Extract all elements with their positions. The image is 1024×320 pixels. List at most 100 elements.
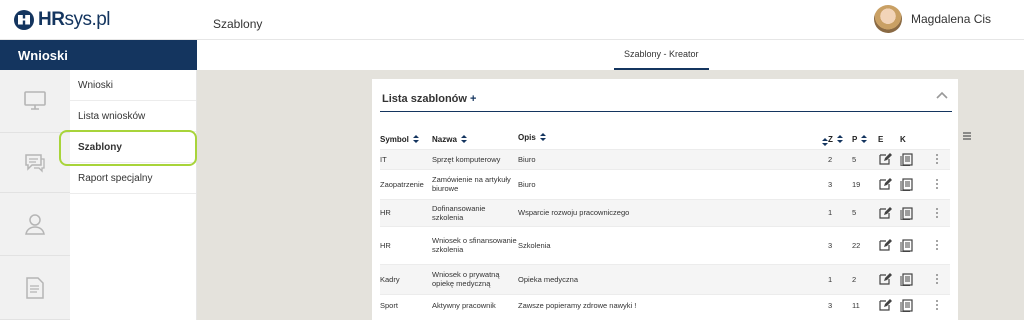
more-icon[interactable] xyxy=(935,239,939,251)
column-header-z[interactable]: Z xyxy=(828,131,852,149)
table-row[interactable]: Zaopatrzenie Zamówienie na artykuły biuro… xyxy=(380,168,950,199)
table-row[interactable]: IT Sprzęt komputerowy Biuro 2 5 xyxy=(380,148,950,169)
cell-p: 11 xyxy=(852,293,878,316)
cell-more[interactable] xyxy=(924,225,950,264)
edit-icon[interactable] xyxy=(878,298,892,312)
submenu-item-lista-wnioskow[interactable]: Lista wniosków xyxy=(70,101,196,132)
cell-more[interactable] xyxy=(924,293,950,316)
cell-copy[interactable] xyxy=(900,293,924,316)
column-label: K xyxy=(900,135,906,145)
cell-z: 3 xyxy=(828,293,852,316)
table-row[interactable]: Kadry Wniosek o prywatną opiekę medyczną O… xyxy=(380,263,950,294)
cell-opis: Biuro xyxy=(518,168,828,199)
more-icon[interactable] xyxy=(935,153,939,165)
user-menu[interactable]: Magdalena Cis xyxy=(874,5,1024,33)
submenu-item-label: Lista wniosków xyxy=(78,110,146,122)
templates-table: Symbol Nazwa Opis Z P E K IT Sprzęt kompu… xyxy=(380,131,950,316)
avatar[interactable] xyxy=(874,5,902,33)
tab-szablony-kreator[interactable]: Szablony - Kreator xyxy=(614,40,709,70)
more-icon[interactable] xyxy=(935,299,939,311)
sort-icon[interactable] xyxy=(539,133,546,142)
cell-z: 3 xyxy=(828,225,852,264)
sort-icon[interactable] xyxy=(836,135,843,144)
document-icon xyxy=(26,276,44,299)
chat-icon xyxy=(25,153,45,173)
table-row[interactable]: Sport Aktywny pracownik Zawsze popieramy z… xyxy=(380,293,950,316)
cell-edit[interactable] xyxy=(878,198,900,226)
more-icon[interactable] xyxy=(935,207,939,219)
rail-document-button[interactable] xyxy=(0,256,70,320)
user-name[interactable]: Magdalena Cis xyxy=(911,12,991,26)
cell-opis: Wsparcie rozwoju pracowniczego xyxy=(518,198,828,226)
cell-copy[interactable] xyxy=(900,148,924,169)
cell-z: 1 xyxy=(828,198,852,226)
edit-icon[interactable] xyxy=(878,206,892,220)
rail-user-button[interactable] xyxy=(0,193,70,256)
cell-copy[interactable] xyxy=(900,168,924,199)
highlight-ring xyxy=(59,130,197,166)
chevron-up-icon[interactable] xyxy=(935,88,949,102)
column-header-k: K xyxy=(900,131,924,149)
cell-more[interactable] xyxy=(924,263,950,294)
column-header-nazwa[interactable]: Nazwa xyxy=(432,131,518,149)
cell-opis: Szkolenia xyxy=(518,225,828,264)
cell-copy[interactable] xyxy=(900,263,924,294)
logo-text-hr: HR xyxy=(38,8,65,30)
sort-icon[interactable] xyxy=(460,135,467,144)
submenu-item-raport-specjalny[interactable]: Raport specjalny xyxy=(70,163,196,194)
templates-panel: Lista szablonów + Symbol Nazwa Opis Z P E… xyxy=(372,79,958,320)
panel-title: Lista szablonów xyxy=(382,93,467,105)
cell-more[interactable] xyxy=(924,148,950,169)
edit-icon[interactable] xyxy=(878,272,892,286)
copy-icon[interactable] xyxy=(900,298,914,313)
edit-icon[interactable] xyxy=(878,177,892,191)
cell-edit[interactable] xyxy=(878,225,900,264)
logo[interactable]: HRsys.pl xyxy=(0,0,197,40)
more-icon[interactable] xyxy=(935,178,939,190)
cell-symbol: IT xyxy=(380,148,432,169)
edit-icon[interactable] xyxy=(878,238,892,252)
cell-z: 1 xyxy=(828,263,852,294)
column-label: Z xyxy=(828,135,833,145)
submenu-item-wnioski[interactable]: Wnioski xyxy=(70,70,196,101)
copy-icon[interactable] xyxy=(900,238,914,252)
cell-copy[interactable] xyxy=(900,198,924,226)
column-header-symbol[interactable]: Symbol xyxy=(380,131,432,149)
more-icon[interactable] xyxy=(935,273,939,285)
add-template-button[interactable]: + xyxy=(470,93,476,105)
cell-edit[interactable] xyxy=(878,148,900,169)
cell-nazwa: Zamówienie na artykuły biurowe xyxy=(432,168,518,199)
table-row[interactable]: HR Dofinansowanie szkolenia Wsparcie rozwo… xyxy=(380,198,950,226)
column-header-p[interactable]: P xyxy=(852,131,878,149)
cell-edit[interactable] xyxy=(878,168,900,199)
copy-icon[interactable] xyxy=(900,152,914,166)
cell-more[interactable] xyxy=(924,198,950,226)
cell-symbol: HR xyxy=(380,198,432,226)
edit-icon[interactable] xyxy=(878,152,892,166)
sort-icon[interactable] xyxy=(412,135,419,144)
monitor-icon xyxy=(24,91,46,110)
cell-nazwa: Sprzęt komputerowy xyxy=(432,148,518,169)
rail-monitor-button[interactable] xyxy=(0,70,70,133)
cell-nazwa: Wniosek o prywatną opiekę medyczną xyxy=(432,263,518,294)
cell-p: 5 xyxy=(852,148,878,169)
cell-edit[interactable] xyxy=(878,263,900,294)
column-label: Opis xyxy=(518,133,536,143)
cell-opis: Zawsze popieramy zdrowe nawyki ! xyxy=(518,293,828,316)
column-header-e: E xyxy=(878,131,900,149)
copy-icon[interactable] xyxy=(900,206,914,220)
sort-icon[interactable] xyxy=(861,135,868,144)
submenu: Wnioski Lista wniosków Szablony Raport s… xyxy=(70,70,197,320)
column-label: Nazwa xyxy=(432,135,457,145)
copy-icon[interactable] xyxy=(900,272,914,286)
hamburger-icon[interactable] xyxy=(962,131,972,141)
table-row[interactable]: HR Wniosek o sfinansowanie szkolenia Szkol… xyxy=(380,225,950,264)
copy-icon[interactable] xyxy=(900,177,914,191)
cell-edit[interactable] xyxy=(878,293,900,316)
page-title: Szablony xyxy=(213,17,263,31)
cell-copy[interactable] xyxy=(900,225,924,264)
cell-z: 2 xyxy=(828,148,852,169)
cell-more[interactable] xyxy=(924,168,950,199)
column-header-opis[interactable]: Opis xyxy=(518,131,828,149)
column-label: Symbol xyxy=(380,135,409,145)
